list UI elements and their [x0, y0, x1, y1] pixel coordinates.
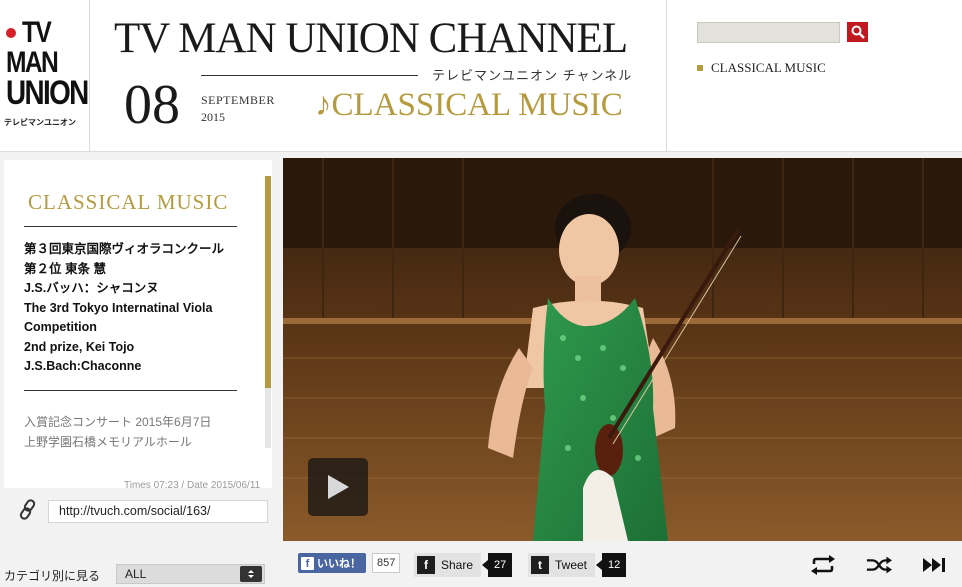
program-meta: Times 07:23 / Date 2015/06/11: [124, 480, 261, 491]
description-line: J.S.Bach:Chaconne: [24, 359, 142, 373]
tweet-count: 12: [595, 553, 627, 577]
search-button[interactable]: [847, 22, 868, 42]
link-icon: [19, 499, 36, 520]
date-year: 2015: [201, 110, 225, 124]
description-line: Competition: [24, 320, 97, 334]
nav-item-label: CLASSICAL MUSIC: [711, 60, 826, 75]
facebook-share-icon: f: [417, 556, 435, 574]
program-category: CLASSICAL MUSIC: [28, 190, 229, 214]
facebook-like-count: 857: [372, 553, 401, 573]
program-description: 第３回東京国際ヴィオラコンクール 第２位 東条 慧 J.S.バッハ：シャコンヌ …: [24, 240, 249, 377]
scrollbar-thumb[interactable]: [265, 176, 271, 388]
scrollbar[interactable]: [265, 176, 271, 448]
logo-red-dot: [6, 28, 16, 38]
title-divider: [201, 75, 418, 76]
facebook-like-label: いいね！: [317, 558, 361, 570]
nav-bullet-icon: [697, 65, 703, 71]
program-card: CLASSICAL MUSIC 第３回東京国際ヴィオラコンクール 第２位 東条 …: [4, 160, 272, 488]
play-icon: [328, 475, 349, 499]
video-frame-image: [283, 158, 962, 541]
title-area: TV MAN UNION CHANNEL テレビマンユニオン チャンネル 08 …: [90, 0, 667, 152]
page: TV MAN UNION テレビマンユニオン TV MAN UNION CHAN…: [0, 0, 962, 587]
header-right: CLASSICAL MUSIC: [667, 0, 962, 152]
description-line: 第３回東京国際ヴィオラコンクール: [24, 242, 225, 256]
nav-item-classical-music[interactable]: CLASSICAL MUSIC: [697, 60, 826, 76]
date-month: SEPTEMBER: [201, 93, 275, 107]
logo-line-3: UNION: [6, 74, 89, 112]
category-select[interactable]: ALL: [116, 564, 265, 584]
search-input[interactable]: [697, 22, 840, 43]
repeat-icon: [811, 555, 835, 575]
current-category-title: ♪CLASSICAL MUSIC: [315, 87, 623, 123]
logo-subtitle: テレビマンユニオン: [4, 118, 76, 127]
tweet-label: Tweet: [555, 558, 588, 572]
facebook-share-button[interactable]: f Share: [414, 553, 482, 577]
logo-line-1: TV: [22, 16, 52, 49]
category-select-value: ALL: [125, 567, 147, 581]
venue-line: 上野学園石橋メモリアルホール: [24, 435, 192, 449]
description-line: J.S.バッハ：シャコンヌ: [24, 281, 159, 295]
date-day: 08: [124, 74, 180, 136]
select-arrows-icon: [240, 566, 262, 582]
category-view-label: カテゴリ別に見る: [4, 569, 101, 583]
header: TV MAN UNION テレビマンユニオン TV MAN UNION CHAN…: [0, 0, 962, 152]
description-line: The 3rd Tokyo Internatinal Viola: [24, 300, 213, 315]
twitter-icon: t: [531, 556, 549, 574]
share-count: 27: [481, 553, 513, 577]
description-line: 第２位 東条 慧: [24, 261, 106, 276]
program-venue-info: 入賞記念コンサート 2015年6月7日 上野学園石橋メモリアルホール: [24, 412, 211, 452]
repeat-button[interactable]: [810, 555, 836, 575]
shuffle-button[interactable]: [866, 555, 892, 575]
video-player[interactable]: [283, 158, 962, 541]
site-title: TV MAN UNION CHANNEL: [114, 15, 628, 62]
tvmanunion-logo[interactable]: TV MAN UNION テレビマンユニオン: [0, 0, 90, 152]
tweet-button[interactable]: t Tweet: [528, 553, 596, 577]
facebook-icon: f: [301, 556, 314, 570]
divider: [24, 390, 237, 391]
skip-next-icon: [923, 558, 945, 572]
facebook-like-button[interactable]: f いいね！: [298, 553, 366, 573]
program-panel: CLASSICAL MUSIC 第３回東京国際ヴィオラコンクール 第２位 東条 …: [0, 158, 283, 541]
share-label: Share: [441, 558, 474, 572]
play-button[interactable]: [308, 458, 368, 516]
description-line: 2nd prize, Kei Tojo: [24, 339, 135, 354]
shuffle-icon: [866, 556, 892, 574]
search-icon: [851, 25, 865, 39]
divider: [24, 226, 237, 227]
venue-line: 入賞記念コンサート 2015年6月7日: [24, 415, 212, 429]
next-button[interactable]: [922, 555, 948, 575]
site-title-jp: テレビマンユニオン チャンネル: [432, 68, 633, 83]
share-url-field[interactable]: http://tvuch.com/social/163/: [48, 500, 268, 523]
